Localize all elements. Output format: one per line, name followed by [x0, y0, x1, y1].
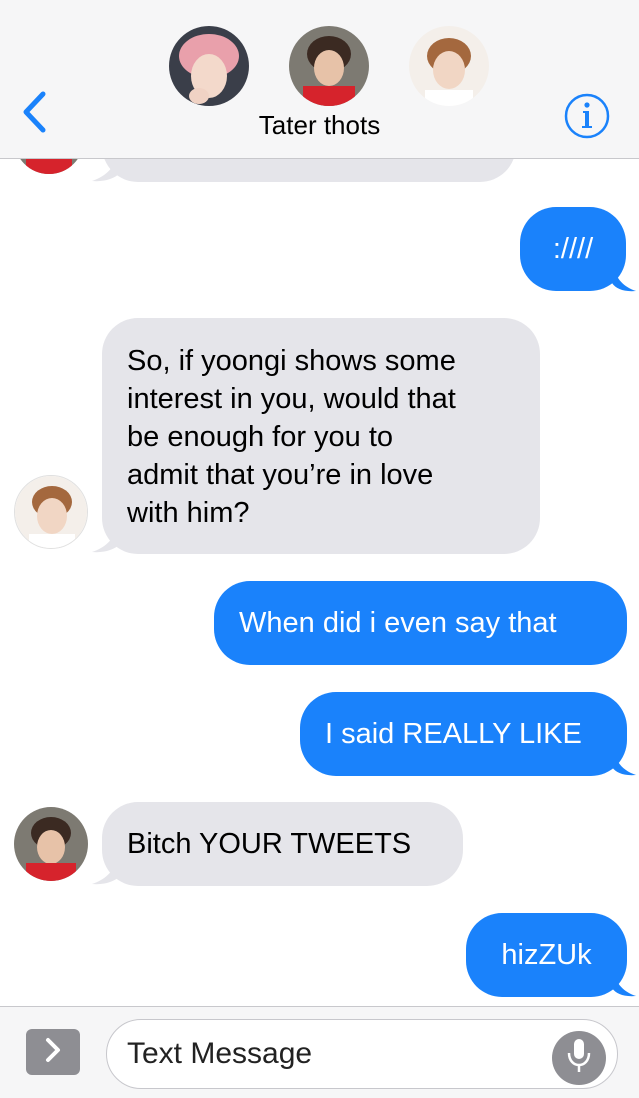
apps-button[interactable]: [26, 1029, 80, 1075]
message-bubble-incoming[interactable]: Bitch YOUR TWEETS: [102, 802, 463, 886]
bubble-tail: [612, 751, 636, 776]
microphone-button[interactable]: [552, 1031, 606, 1085]
message-bubble-outgoing[interactable]: I said REALLY LIKE: [300, 692, 627, 776]
message-thread[interactable]: ://// So, if yoongi shows some interest …: [0, 159, 639, 1006]
message-bubble-incoming[interactable]: [102, 159, 516, 182]
sender-avatar[interactable]: [14, 475, 88, 549]
bubble-tail: [612, 267, 636, 292]
microphone-icon: [566, 1037, 592, 1080]
message-bubble-incoming[interactable]: So, if yoongi shows some interest in you…: [102, 318, 540, 554]
bubble-tail: [92, 860, 120, 885]
bubble-tail: [612, 972, 636, 997]
message-input[interactable]: Text Message: [106, 1019, 618, 1089]
bubble-tail: [92, 159, 120, 182]
group-avatar-1[interactable]: [169, 26, 249, 106]
conversation-header: Tater thots: [0, 0, 639, 159]
sender-avatar[interactable]: [14, 159, 84, 174]
group-avatar-2[interactable]: [289, 26, 369, 106]
message-bubble-outgoing[interactable]: When did i even say that: [214, 581, 627, 665]
chevron-right-icon: [43, 1037, 63, 1068]
message-composer: Text Message: [0, 1006, 639, 1098]
group-avatar-3[interactable]: [409, 26, 489, 106]
message-bubble-outgoing[interactable]: hizZUk: [466, 913, 627, 997]
message-input-placeholder: Text Message: [127, 1037, 313, 1070]
bubble-tail: [92, 528, 120, 553]
sender-avatar[interactable]: [14, 807, 88, 881]
message-bubble-outgoing[interactable]: :////: [520, 207, 626, 291]
info-icon: [563, 93, 611, 144]
conversation-title[interactable]: Tater thots: [0, 110, 639, 141]
info-button[interactable]: [563, 92, 611, 140]
